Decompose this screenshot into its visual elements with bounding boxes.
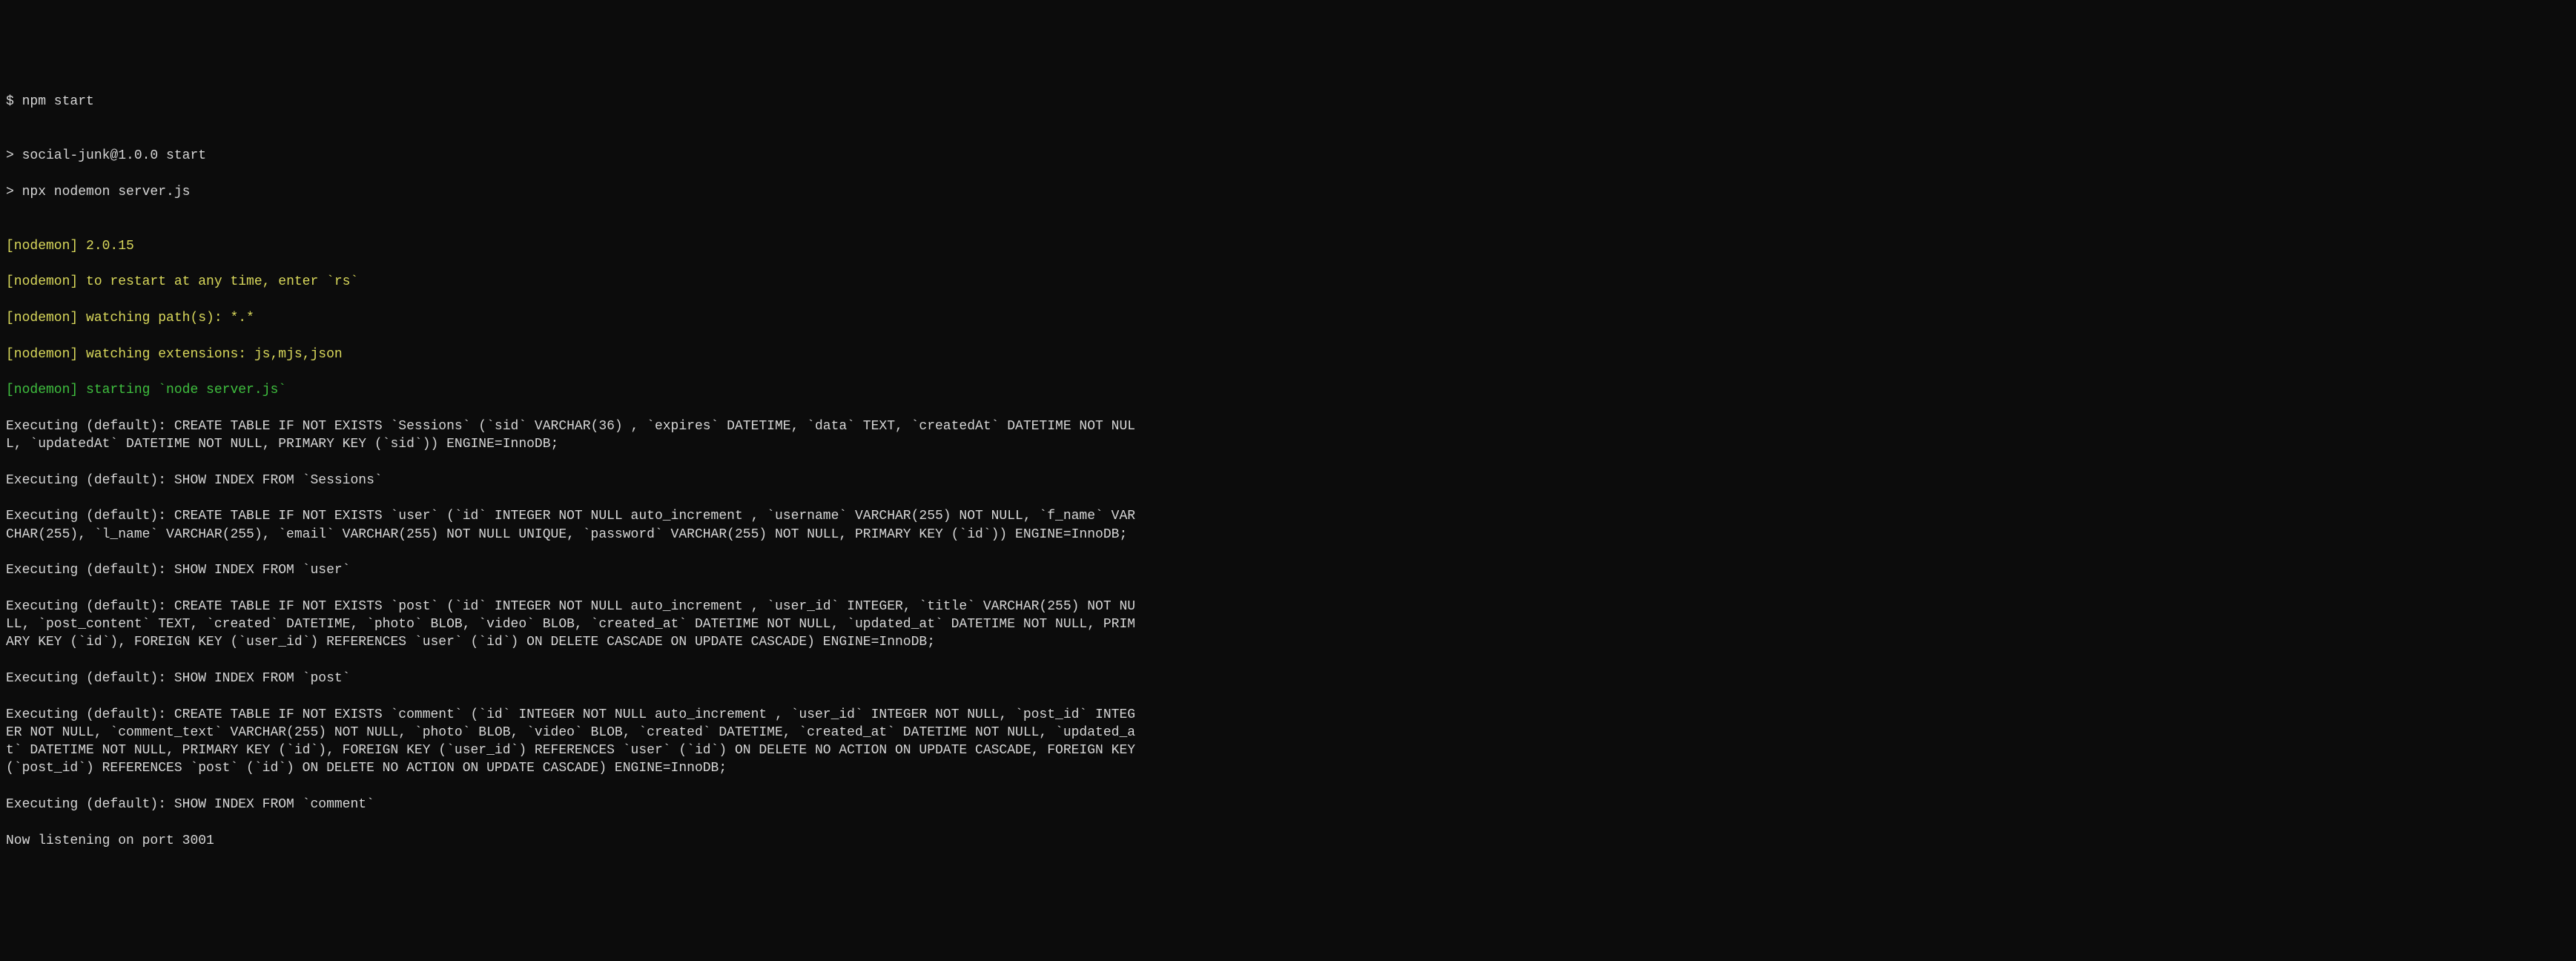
sql-exec-line-sessions-index: Executing (default): SHOW INDEX FROM `Se… [6, 472, 1143, 489]
nodemon-paths-line: [nodemon] watching path(s): *.* [6, 309, 1143, 327]
nodemon-version-text: 2.0.15 [78, 239, 134, 254]
nodemon-tag: [nodemon] [6, 383, 78, 397]
npm-run-line-1: > social-junk@1.0.0 start [6, 147, 1143, 165]
sql-exec-line-post-create: Executing (default): CREATE TABLE IF NOT… [6, 598, 1143, 652]
sql-exec-line-comment-create: Executing (default): CREATE TABLE IF NOT… [6, 706, 1143, 778]
nodemon-starting-text: starting `node server.js` [78, 383, 286, 397]
sql-exec-line-post-index: Executing (default): SHOW INDEX FROM `po… [6, 670, 1143, 687]
nodemon-restart-text: to restart at any time, enter `rs` [78, 274, 358, 289]
sql-exec-line-comment-index: Executing (default): SHOW INDEX FROM `co… [6, 796, 1143, 813]
nodemon-extensions-line: [nodemon] watching extensions: js,mjs,js… [6, 346, 1143, 363]
nodemon-tag: [nodemon] [6, 311, 78, 326]
shell-prompt-line: $ npm start [6, 93, 1143, 110]
sql-exec-line-user-index: Executing (default): SHOW INDEX FROM `us… [6, 561, 1143, 579]
sql-exec-line-user-create: Executing (default): CREATE TABLE IF NOT… [6, 507, 1143, 544]
nodemon-tag: [nodemon] [6, 347, 78, 362]
nodemon-paths-text: watching path(s): *.* [78, 311, 254, 326]
npm-run-line-2: > npx nodemon server.js [6, 183, 1143, 201]
terminal-output[interactable]: $ npm start > social-junk@1.0.0 start > … [6, 75, 1143, 868]
nodemon-version-line: [nodemon] 2.0.15 [6, 237, 1143, 255]
nodemon-extensions-text: watching extensions: js,mjs,json [78, 347, 342, 362]
nodemon-tag: [nodemon] [6, 239, 78, 254]
sql-exec-line-sessions-create: Executing (default): CREATE TABLE IF NOT… [6, 417, 1143, 454]
nodemon-restart-line: [nodemon] to restart at any time, enter … [6, 273, 1143, 291]
nodemon-starting-line: [nodemon] starting `node server.js` [6, 381, 1143, 399]
server-listening-line: Now listening on port 3001 [6, 832, 1143, 850]
nodemon-tag: [nodemon] [6, 274, 78, 289]
